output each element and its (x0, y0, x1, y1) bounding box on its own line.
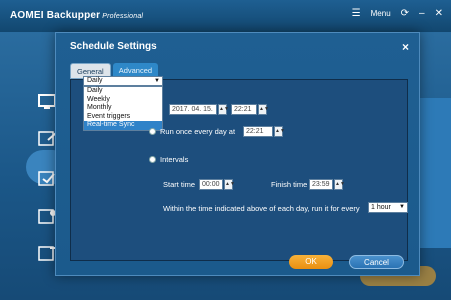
frequency-select[interactable]: Daily ▼ (83, 76, 163, 86)
run-once-time-field[interactable]: 22:21 (243, 126, 273, 137)
minimize-icon[interactable]: – (419, 8, 425, 19)
start-date-spinner[interactable]: ▲▼ (218, 104, 229, 115)
intervals-radio[interactable] (149, 156, 156, 163)
app-titlebar: AOMEI Backupper Professional ☰ Menu ⟳ – ✕ (0, 0, 451, 32)
frequency-option-event-triggers[interactable]: Event triggers (84, 113, 162, 122)
app-edition: Professional (102, 13, 144, 20)
start-clock-field[interactable]: 22:21 (231, 104, 257, 115)
settings-content: Daily ▼ Daily Weekly Monthly Event trigg… (70, 76, 408, 261)
intervals-label: Intervals (160, 155, 189, 164)
app-title: AOMEI Backupper Professional (10, 10, 143, 21)
start-time-label: Start time (163, 180, 196, 189)
frequency-options-list: Daily Weekly Monthly Event triggers Real… (83, 86, 163, 131)
dialog-title: Schedule Settings (70, 41, 157, 52)
finish-time-spinner[interactable]: ▲▼ (334, 179, 345, 190)
chevron-down-icon: ▼ (154, 78, 160, 84)
run-once-radio[interactable] (149, 128, 156, 135)
frequency-option-daily[interactable]: Daily (84, 87, 162, 96)
interval-selected: 1 hour (371, 204, 391, 211)
interval-select[interactable]: 1 hour ▼ (368, 202, 408, 213)
dialog-close-icon[interactable]: × (402, 40, 409, 54)
menu-icon[interactable]: ☰ (352, 8, 361, 19)
start-time-spinner[interactable]: ▲▼ (224, 179, 235, 190)
every-label: Within the time indicated above of each … (163, 204, 360, 213)
schedule-settings-dialog: Schedule Settings × General Advanced Dai… (55, 32, 420, 276)
run-once-label: Run once every day at (160, 127, 236, 136)
start-date-field[interactable]: 2017. 04. 15. (169, 104, 217, 115)
start-clock-spinner[interactable]: ▲▼ (258, 104, 269, 115)
start-time-field[interactable]: 00:00 (199, 179, 223, 190)
ok-button[interactable]: OK (289, 255, 333, 269)
app-name: AOMEI Backupper (10, 10, 101, 21)
close-icon[interactable]: ✕ (435, 8, 443, 19)
finish-time-field[interactable]: 23:59 (309, 179, 333, 190)
frequency-selected: Daily (87, 77, 103, 84)
window-controls: ☰ Menu ⟳ – ✕ (352, 8, 443, 19)
menu-label[interactable]: Menu (371, 9, 391, 18)
finish-time-label: Finish time (271, 180, 308, 189)
cancel-button[interactable]: Cancel (349, 255, 404, 269)
frequency-option-monthly[interactable]: Monthly (84, 104, 162, 113)
refresh-icon[interactable]: ⟳ (401, 8, 409, 19)
run-once-time-spinner[interactable]: ▲▼ (274, 126, 285, 137)
frequency-option-weekly[interactable]: Weekly (84, 96, 162, 105)
chevron-down-icon: ▼ (399, 204, 405, 210)
